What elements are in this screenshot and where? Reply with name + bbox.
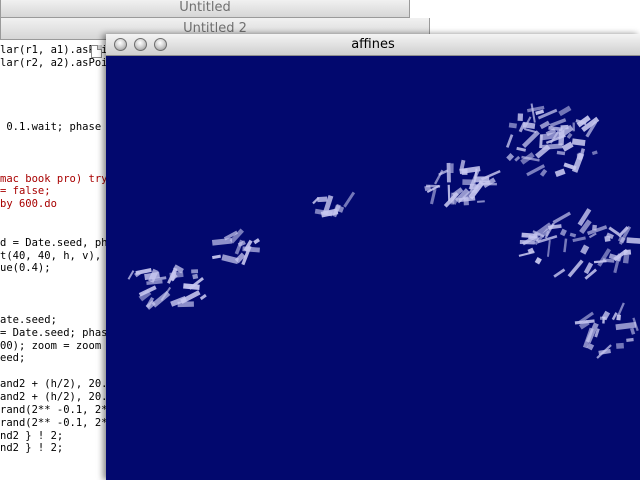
affine-streak [553,268,566,278]
affine-streak [534,257,542,265]
affine-streak [591,150,598,156]
affine-streak [317,196,328,203]
affine-streak [127,270,135,280]
code-line: 00); zoom = zoom * [0,339,106,352]
affine-streak [434,169,444,185]
affine-streak [506,153,515,162]
code-line: 0.1.wait; phase = [0,121,106,134]
affine-streak [541,143,563,150]
code-editor-pane[interactable]: lar(r1, a1).asPoi lar(r2, a2).asPoi 0.1.w… [0,40,106,480]
affines-canvas[interactable] [106,56,640,480]
affine-streak [563,238,568,253]
code-line: nd2 } ! 2; [0,429,64,442]
affines-window: affines [106,34,640,480]
affine-streak [559,228,567,237]
affine-streak [191,269,199,274]
affine-streak [556,150,566,156]
affine-streak [480,170,501,181]
affine-streak [599,316,607,320]
affine-streak [160,286,172,302]
code-line: mac book pro) try [0,172,106,185]
affine-streak [626,337,634,343]
affine-streak [343,191,356,208]
affine-streak [569,232,577,238]
code-line: nd2 } ! 2; [0,442,64,455]
window-untitled-titlebar[interactable]: Untitled [0,0,410,18]
code-line: eed; [0,352,26,365]
affine-streak [212,254,221,260]
affine-streak [508,122,517,129]
code-line: ate.seed; [0,313,57,326]
affine-streak [622,254,630,264]
affine-streak [518,250,535,257]
affine-streak [211,237,233,246]
affine-streak [571,138,586,147]
code-line: rand(2** -0.1, 2** [0,403,106,416]
affine-pattern-graphic [127,103,640,359]
affine-streak [221,254,239,265]
affine-streak [617,302,625,317]
affines-titlebar[interactable]: affines [106,34,640,56]
affine-streak [552,211,571,225]
code-line: t(40, 40, h, v), r [0,249,106,262]
affine-streak [446,162,451,183]
affine-streak [192,273,199,280]
affine-streak [630,327,636,335]
affine-streak [521,130,540,148]
code-line: d = Date.seed, pha [0,236,106,249]
affine-streak [592,224,597,231]
affine-streak [554,168,566,178]
affine-streak [616,314,621,321]
code-line: and2 + (h/2), 20.r [0,390,106,403]
code-line: lar(r2, a2).asPoi [0,56,106,69]
affine-streak [199,293,207,301]
affine-streak [516,146,527,152]
code-line: and2 + (h/2), 20.r [0,378,106,391]
code-line: ue(0.4); [0,262,51,275]
affine-streak [517,113,524,122]
window-title-untitled: Untitled [179,0,231,15]
affine-streak [530,103,536,123]
affine-streak [546,240,551,257]
affine-streak [567,259,584,278]
affine-streak [576,153,583,160]
affine-streak [558,105,572,117]
code-line: by 600.do [0,198,57,211]
code-line: rand(2** -0.1, 2** [0,416,106,429]
affine-streak [477,200,485,203]
affine-streak [580,244,590,255]
affine-streak [616,342,624,349]
code-line: = false; [0,185,51,198]
affine-streak [478,180,491,185]
affine-streak [514,155,521,162]
affine-streak [519,240,535,245]
window-title-affines: affines [351,37,395,52]
affine-streak [450,163,454,174]
affine-streak [253,238,261,245]
affine-streak [539,168,548,177]
code-line: = Date.seed; phase [0,326,106,339]
affine-streak [505,134,514,148]
affine-streak [586,225,608,236]
document-icon [91,45,102,58]
affine-streak [626,237,640,244]
